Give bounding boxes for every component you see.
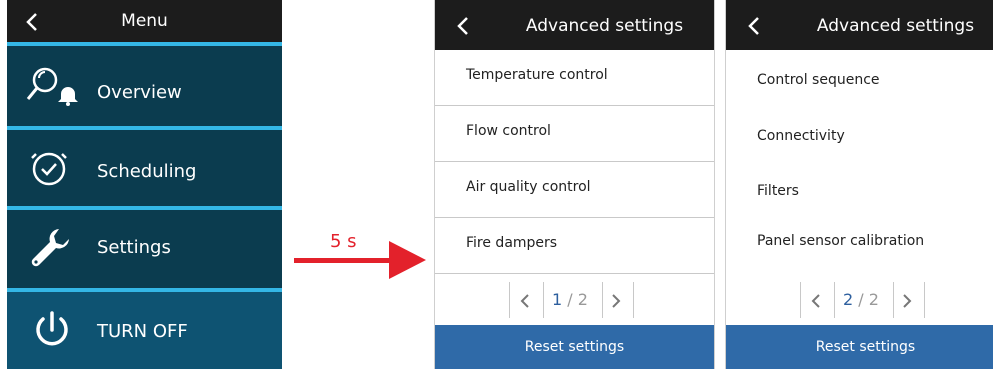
chevron-left-icon[interactable] <box>810 293 822 309</box>
page-total: 2 <box>577 290 588 309</box>
list-item-label: Connectivity <box>757 128 845 144</box>
list-item[interactable]: Connectivity <box>726 106 993 162</box>
list-item[interactable]: Air quality control <box>435 162 714 218</box>
panel-header: Advanced settings <box>435 0 714 50</box>
pagination: 1 / 2 <box>435 282 714 318</box>
clock-check-icon <box>31 152 67 186</box>
divider <box>633 282 634 318</box>
reset-settings-button[interactable]: Reset settings <box>726 325 993 369</box>
menu-item-label: Settings <box>97 237 171 258</box>
list-item[interactable]: Temperature control <box>435 50 714 106</box>
menu-item-label: Scheduling <box>97 161 197 182</box>
advanced-settings-page-1: Advanced settings Temperature control Fl… <box>434 0 715 369</box>
chevron-left-icon[interactable] <box>519 293 531 309</box>
list-item[interactable]: Fire dampers <box>435 218 714 274</box>
page-separator: / <box>858 290 864 309</box>
advanced-settings-page-2: Advanced settings Control sequence Conne… <box>725 0 993 369</box>
divider <box>602 282 603 318</box>
menu-item-turn-off[interactable]: TURN OFF <box>7 292 282 369</box>
page-current: 2 <box>843 290 854 309</box>
chevron-right-icon[interactable] <box>901 293 913 309</box>
menu-item-label: Overview <box>97 82 182 103</box>
divider <box>924 282 925 318</box>
list-item[interactable]: Filters <box>726 162 993 218</box>
power-icon <box>36 311 68 346</box>
back-chevron-icon[interactable] <box>746 16 764 36</box>
menu-item-scheduling[interactable]: Scheduling <box>7 130 282 206</box>
panel-header: Advanced settings <box>726 0 993 50</box>
list-item-label: Air quality control <box>466 179 591 195</box>
menu-title: Menu <box>121 11 168 31</box>
page-current: 1 <box>552 290 563 309</box>
wrench-icon <box>31 229 69 267</box>
list-item-label: Fire dampers <box>466 235 558 251</box>
divider <box>800 282 801 318</box>
menu-header: Menu <box>7 0 282 42</box>
list-item-label: Control sequence <box>757 72 880 88</box>
page-total: 2 <box>868 290 879 309</box>
reset-settings-button[interactable]: Reset settings <box>435 325 714 369</box>
menu-item-overview[interactable]: Overview <box>7 46 282 124</box>
list-item[interactable]: Flow control <box>435 106 714 162</box>
divider <box>509 282 510 318</box>
panel-title: Advanced settings <box>816 16 975 36</box>
divider <box>893 282 894 318</box>
right-arrow-icon <box>294 241 426 279</box>
list-item[interactable]: Control sequence <box>726 50 993 106</box>
menu-item-label: TURN OFF <box>97 321 188 342</box>
main-menu: Menu Overview Scheduling Settings TURN O… <box>7 0 282 369</box>
panel-title: Advanced settings <box>525 16 684 36</box>
list-item-label: Temperature control <box>466 67 608 83</box>
divider <box>543 282 544 318</box>
back-chevron-icon[interactable] <box>455 16 473 36</box>
list-item-label: Flow control <box>466 123 551 139</box>
overview-search-bell-icon <box>26 67 78 106</box>
chevron-right-icon[interactable] <box>610 293 622 309</box>
page-separator: / <box>567 290 573 309</box>
divider <box>834 282 835 318</box>
menu-item-settings[interactable]: Settings <box>7 210 282 288</box>
list-item[interactable]: Panel sensor calibration <box>726 218 993 274</box>
list-item-label: Panel sensor calibration <box>757 233 925 249</box>
pagination: 2 / 2 <box>726 282 993 318</box>
page-indicator: 2 / 2 <box>843 290 879 309</box>
page-indicator: 1 / 2 <box>552 290 588 309</box>
list-item-label: Filters <box>757 183 799 199</box>
